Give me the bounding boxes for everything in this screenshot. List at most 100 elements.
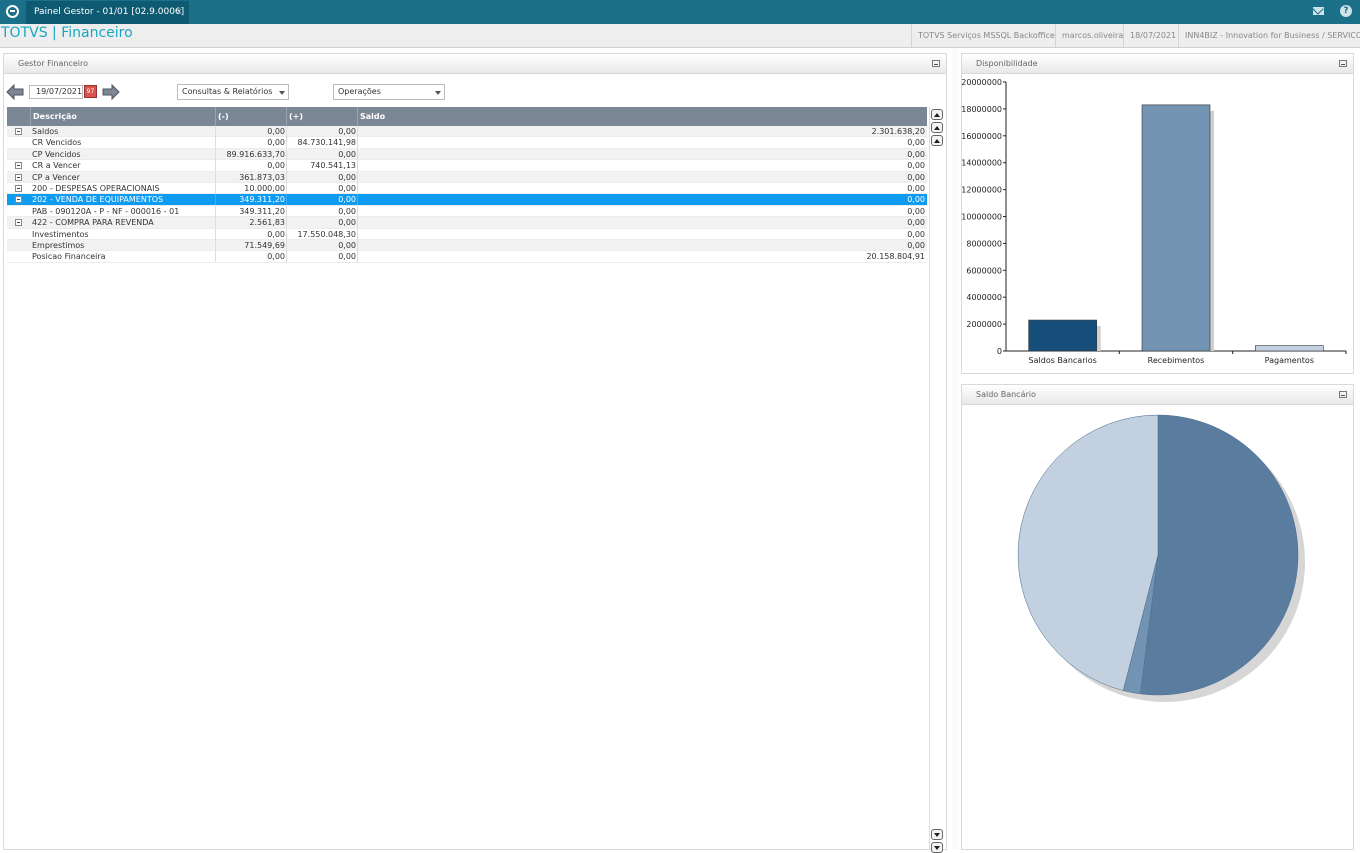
- scroll-top-button[interactable]: [931, 109, 943, 120]
- y-tick-label: 14000000: [961, 159, 1002, 168]
- user-info: marcos.oliveira: [1055, 24, 1129, 47]
- column-header-descricao[interactable]: Descrição: [30, 107, 216, 126]
- panel-title: Gestor Financeiro: [4, 54, 946, 74]
- row-description: CP a Vencer: [32, 172, 80, 182]
- operacoes-select[interactable]: Operações: [333, 84, 445, 100]
- column-header-negative[interactable]: (-): [215, 107, 287, 126]
- brand-title: TOTVS | Financeiro: [1, 25, 133, 41]
- row-description: CR a Vencer: [32, 161, 81, 171]
- row-negative: 71.549,69: [215, 240, 287, 251]
- collapse-icon[interactable]: [15, 196, 22, 204]
- row-negative: 0,00: [215, 160, 287, 172]
- row-description: PAB - 090120A - P - NF - 000016 - 01: [32, 206, 180, 216]
- consultas-select[interactable]: Consultas & Relatórios: [177, 84, 289, 100]
- table-row[interactable]: CR Vencidos 0,00 84.730.141,98 0,00: [7, 137, 927, 149]
- row-saldo: 0,00: [357, 183, 927, 194]
- row-positive: 0,00: [286, 126, 358, 137]
- table-row[interactable]: 422 - COMPRA PARA REVENDA 2.561,83 0,00 0,0…: [7, 217, 927, 229]
- date-input[interactable]: 19/07/2021: [29, 85, 83, 99]
- minimize-icon[interactable]: [1339, 60, 1347, 67]
- y-tick-label: 0: [997, 347, 1002, 356]
- y-tick-label: 10000000: [961, 213, 1002, 222]
- row-positive: 0,00: [286, 205, 358, 217]
- bar[interactable]: [1028, 319, 1097, 352]
- scroll-bottom-button[interactable]: [931, 842, 943, 853]
- column-header-positive[interactable]: (+): [286, 107, 358, 126]
- x-tick-label: Saldos Bancarios: [1029, 356, 1097, 365]
- collapse-icon[interactable]: [15, 173, 22, 181]
- scroll-down-button[interactable]: [931, 829, 943, 840]
- bar[interactable]: [1141, 104, 1211, 352]
- panel-title: Disponibilidade: [962, 54, 1353, 74]
- x-tick-label: Recebimentos: [1148, 356, 1205, 365]
- row-positive: 84.730.141,98: [286, 137, 358, 149]
- row-saldo: 0,00: [357, 148, 927, 160]
- table-row[interactable]: PAB - 090120A - P - NF - 000016 - 01 349.…: [7, 205, 927, 218]
- header: TOTVS | Financeiro TOTVS Serviços MSSQL …: [0, 24, 1360, 48]
- collapse-icon[interactable]: [15, 219, 22, 227]
- row-description: Investimentos: [32, 229, 89, 239]
- table-row[interactable]: Investimentos 0,00 17.550.048,30 0,00: [7, 228, 927, 240]
- grid-scrollbar[interactable]: [929, 107, 944, 853]
- panel-title: Saldo Bancário: [962, 385, 1353, 405]
- grid-header: Descrição (-) (+) Saldo: [7, 107, 927, 126]
- table-row[interactable]: 200 - DESPESAS OPERACIONAIS 10.000,00 0,00…: [7, 183, 927, 195]
- row-saldo: 2.301.638,20: [357, 126, 927, 137]
- row-negative: 349.311,20: [215, 194, 287, 206]
- collapse-icon[interactable]: [15, 185, 22, 192]
- chevron-down-icon: [435, 91, 441, 95]
- pie-slice[interactable]: [1140, 414, 1299, 696]
- table-row[interactable]: CP Vencidos 89.916.633,70 0,00 0,00: [7, 148, 927, 161]
- table-row[interactable]: 202 - VENDA DE EQUIPAMENTOS 349.311,20 0,0…: [7, 194, 927, 206]
- row-saldo: 0,00: [357, 194, 927, 206]
- row-saldo: 0,00: [357, 160, 927, 172]
- x-tick-label: Pagamentos: [1265, 356, 1314, 365]
- arrow-left-icon[interactable]: [6, 83, 24, 101]
- y-tick-label: 16000000: [961, 132, 1002, 141]
- close-icon[interactable]: ×: [175, 1, 183, 23]
- minimize-icon[interactable]: [1339, 391, 1347, 398]
- y-tick-label: 2000000: [966, 320, 1002, 329]
- bar[interactable]: [1255, 345, 1324, 352]
- top-bar: Painel Gestor - 01/01 [02.9.0006] × ?: [0, 0, 1360, 24]
- tab-title: Painel Gestor - 01/01 [02.9.0006]: [34, 7, 185, 17]
- row-negative: 0,00: [215, 228, 287, 240]
- y-tick-label: 20000000: [961, 78, 1002, 87]
- table-row[interactable]: Saldos 0,00 0,00 2.301.638,20: [7, 126, 927, 138]
- row-saldo: 20.158.804,91: [357, 251, 927, 263]
- y-tick-label: 4000000: [966, 293, 1002, 302]
- panel-splitter[interactable]: [952, 48, 958, 850]
- tab-painel-gestor[interactable]: Painel Gestor - 01/01 [02.9.0006] ×: [26, 1, 189, 24]
- y-tick-label: 18000000: [961, 105, 1002, 114]
- row-description: 200 - DESPESAS OPERACIONAIS: [32, 184, 160, 193]
- row-positive: 0,00: [286, 251, 358, 263]
- minimize-icon[interactable]: [932, 60, 940, 67]
- table-row[interactable]: CR a Vencer 0,00 740.541,13 0,00: [7, 160, 927, 172]
- table-row[interactable]: CP a Vencer 361.873,03 0,00 0,00: [7, 171, 927, 183]
- scroll-page-up-button[interactable]: [931, 122, 943, 133]
- scroll-up-button[interactable]: [931, 135, 943, 146]
- table-row[interactable]: Emprestimos 71.549,69 0,00 0,00: [7, 240, 927, 252]
- row-negative: 10.000,00: [215, 183, 287, 194]
- column-header-saldo[interactable]: Saldo: [357, 107, 927, 126]
- company-info: INN4BIZ - Innovation for Business / SERV…: [1178, 24, 1360, 47]
- row-saldo: 0,00: [357, 228, 927, 240]
- y-tick-label: 8000000: [966, 239, 1002, 248]
- collapse-icon[interactable]: [15, 162, 22, 170]
- consultas-select-value: Consultas & Relatórios: [182, 87, 273, 96]
- collapse-icon[interactable]: [15, 128, 22, 135]
- row-negative: 2.561,83: [215, 217, 287, 229]
- arrow-right-icon[interactable]: [102, 83, 120, 101]
- row-negative: 0,00: [215, 126, 287, 137]
- environment-info: TOTVS Serviços MSSQL Backoffice: [911, 24, 1061, 47]
- row-negative: 349.311,20: [215, 205, 287, 217]
- row-positive: 740.541,13: [286, 160, 358, 172]
- totvs-logo-icon[interactable]: [6, 5, 19, 18]
- row-description: CR Vencidos: [32, 138, 82, 148]
- row-positive: 0,00: [286, 183, 358, 194]
- help-icon[interactable]: ?: [1340, 5, 1352, 17]
- table-row[interactable]: Posicao Financeira 0,00 0,00 20.158.804,91: [7, 251, 927, 263]
- mail-icon[interactable]: [1313, 7, 1324, 15]
- operacoes-select-value: Operações: [338, 87, 381, 96]
- calendar-icon[interactable]: 97: [84, 85, 97, 98]
